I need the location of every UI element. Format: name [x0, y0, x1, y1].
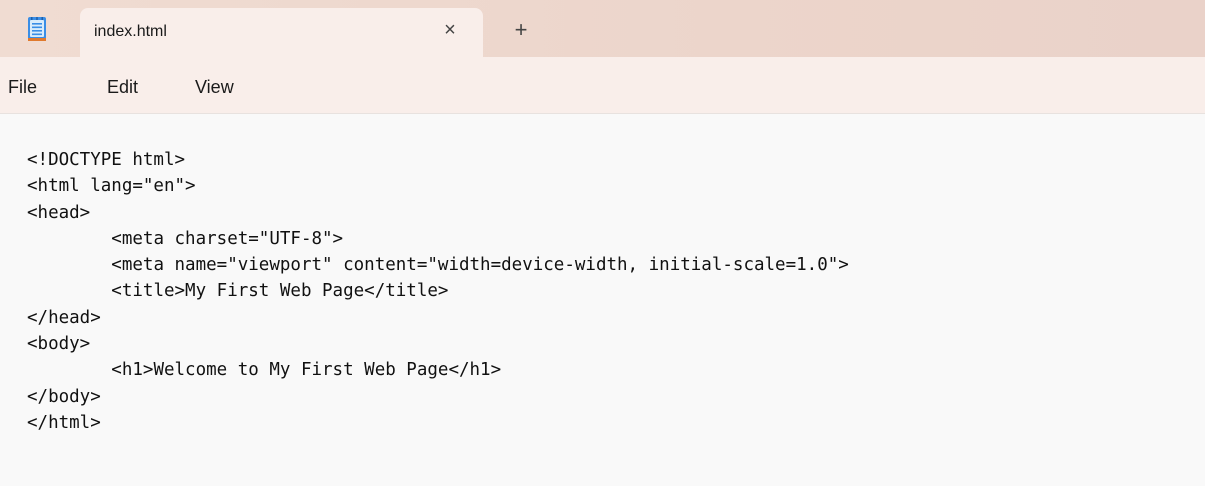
menu-edit[interactable]: Edit	[107, 77, 138, 98]
code-line-4: <meta charset="UTF-8">	[27, 228, 344, 249]
title-bar: index.html × +	[0, 0, 1205, 57]
code-line-11: </html>	[27, 412, 101, 433]
menu-bar: File Edit View	[0, 57, 1205, 114]
code-line-1: <!DOCTYPE html>	[27, 150, 186, 170]
menu-file[interactable]: File	[8, 77, 37, 98]
code-line-9: <h1>Welcome to My First Web Page</h1>	[27, 360, 502, 381]
code-line-10: </body>	[27, 386, 101, 407]
code-line-2: <html lang="en">	[27, 176, 196, 197]
tab-title: index.html	[94, 23, 167, 40]
new-tab-button[interactable]: +	[509, 19, 533, 43]
close-tab-icon[interactable]: ×	[440, 20, 460, 40]
text-editor-area[interactable]: <!DOCTYPE html> <html lang="en"> <head> <m…	[0, 114, 1205, 486]
notepad-window: index.html × + File Edit View <!DOCTYPE …	[0, 0, 1205, 486]
notepad-icon	[28, 17, 46, 41]
code-line-6: <title>My First Web Page</title>	[27, 281, 449, 302]
code-line-7: </head>	[27, 307, 101, 328]
code-line-5: <meta name="viewport" content="width=dev…	[27, 255, 849, 276]
code-line-3: <head>	[27, 202, 91, 223]
code-content: <!DOCTYPE html> <html lang="en"> <head> <m…	[27, 147, 849, 436]
menu-view[interactable]: View	[195, 77, 234, 98]
code-line-8: <body>	[27, 334, 91, 355]
tab-index-html[interactable]: index.html ×	[80, 8, 483, 57]
